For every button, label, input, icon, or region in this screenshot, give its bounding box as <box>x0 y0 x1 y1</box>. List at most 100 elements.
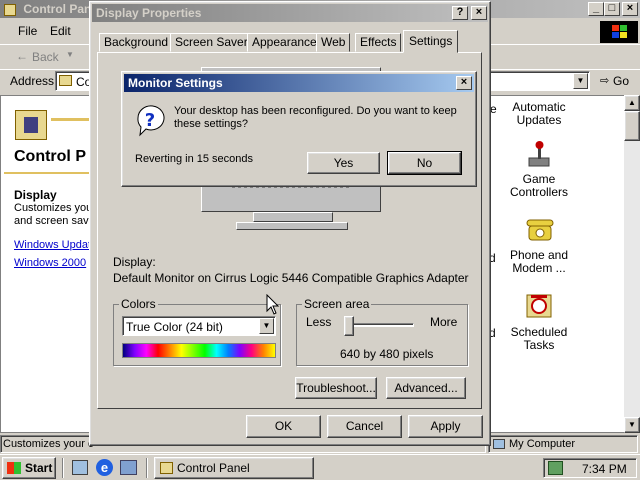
tab-settings[interactable]: Settings <box>403 30 459 53</box>
phone-icon <box>526 219 554 241</box>
advanced-button[interactable]: Advanced... <box>386 377 466 399</box>
more-label: More <box>430 315 458 329</box>
menu-file[interactable]: File <box>18 24 37 38</box>
cp-item-game-controllers[interactable]: Game Controllers <box>504 138 574 199</box>
section-desc-1: Customizes you <box>14 202 93 214</box>
cp-item-scheduled-tasks[interactable]: Scheduled Tasks <box>504 291 574 352</box>
colors-select-value: True Color (24 bit) <box>126 320 223 334</box>
go-button[interactable]: Go <box>613 74 629 88</box>
start-windows-icon <box>7 462 21 474</box>
monitor-stand <box>253 212 333 222</box>
link-windows-2000[interactable]: Windows 2000 <box>14 257 86 269</box>
help-button[interactable]: ? <box>452 6 468 20</box>
taskbar-control-panel-label: Control Panel <box>177 461 250 475</box>
resolution-slider-track[interactable] <box>344 323 414 327</box>
scheduled-tasks-label: Scheduled Tasks <box>510 325 568 352</box>
section-title: Display <box>14 188 57 202</box>
partial-label-e: e <box>490 102 497 116</box>
link-windows-update[interactable]: Windows Updat <box>14 239 91 251</box>
troubleshoot-button[interactable]: Troubleshoot... <box>295 377 377 399</box>
tab-background[interactable]: Background <box>99 33 174 52</box>
back-dropdown-icon: ▼ <box>66 50 74 59</box>
display-close-button[interactable]: × <box>471 6 487 20</box>
resolution-value: 640 by 480 pixels <box>340 347 434 361</box>
ok-button[interactable]: OK <box>246 415 321 438</box>
game-controllers-label: Game Controllers <box>509 172 569 199</box>
cancel-button[interactable]: Cancel <box>327 415 402 438</box>
automatic-updates-label: Automatic Updates <box>512 100 566 127</box>
apply-button[interactable]: Apply <box>408 415 483 438</box>
taskbar-separator <box>146 458 148 478</box>
header-band <box>51 118 91 121</box>
start-label: Start <box>25 461 53 475</box>
control-panel-title-icon <box>4 3 16 16</box>
scroll-up-button[interactable]: ▲ <box>624 95 640 111</box>
display-label: Display: <box>113 255 156 269</box>
display-value: Default Monitor on Cirrus Logic 5446 Com… <box>113 271 469 285</box>
control-panel-large-icon <box>15 110 47 140</box>
colors-dropdown-button[interactable]: ▼ <box>259 318 274 334</box>
address-label: Address <box>10 74 55 88</box>
no-button[interactable]: No <box>387 151 462 175</box>
quicklaunch-separator <box>62 458 64 478</box>
resolution-slider-thumb[interactable] <box>344 316 354 336</box>
monitor-settings-title: Monitor Settings <box>128 76 223 90</box>
tab-appearance[interactable]: Appearance <box>247 33 322 52</box>
go-arrow-icon: ⇨ <box>600 75 610 87</box>
yes-button[interactable]: Yes <box>307 152 380 174</box>
monitor-settings-titlebar: Monitor Settings <box>124 74 474 92</box>
tab-screen-saver[interactable]: Screen Saver <box>170 33 253 52</box>
network-tray-icon[interactable] <box>548 461 563 475</box>
color-spectrum-bar <box>122 343 276 358</box>
display-properties-window: Display Properties ? × Background Screen… <box>89 1 491 446</box>
taskbar-folder-icon <box>160 462 173 474</box>
close-button[interactable]: × <box>622 2 638 16</box>
minimize-button[interactable]: _ <box>588 2 604 16</box>
maximize-button[interactable]: □ <box>604 2 620 16</box>
question-icon: ? <box>137 105 165 137</box>
display-properties-title: Display Properties <box>96 6 202 20</box>
phone-modem-label: Phone and Modem ... <box>509 248 569 275</box>
calendar-icon <box>526 294 552 318</box>
cp-item-automatic-updates[interactable]: Automatic Updates <box>504 101 574 127</box>
joystick-icon <box>528 141 550 167</box>
taskbar: Start e Control Panel 7:34 PM <box>0 454 640 480</box>
page-title: Control P <box>14 148 86 165</box>
monitor-settings-dialog: Monitor Settings × ? Your desktop has be… <box>121 71 477 187</box>
scroll-down-button[interactable]: ▼ <box>624 417 640 433</box>
countdown-text: Reverting in 15 seconds <box>135 153 254 165</box>
mouse-cursor-icon <box>266 294 280 315</box>
address-dropdown-button[interactable]: ▼ <box>573 73 588 89</box>
start-button[interactable]: Start <box>2 457 56 479</box>
monitor-settings-close-button[interactable]: × <box>456 76 472 90</box>
system-tray: 7:34 PM <box>543 458 637 478</box>
screen-area-label: Screen area <box>302 297 372 311</box>
status-right-text: My Computer <box>509 438 576 450</box>
section-desc-2: and screen save <box>14 215 95 227</box>
back-button[interactable]: Back <box>32 50 59 64</box>
vertical-scrollbar[interactable]: ▲ ▼ <box>624 95 640 433</box>
internet-explorer-icon[interactable]: e <box>96 459 113 476</box>
monitor-base <box>236 222 348 230</box>
back-arrow-icon: ← <box>16 49 28 63</box>
cp-item-phone-modem[interactable]: Phone and Modem ... <box>504 214 574 275</box>
svg-text:?: ? <box>145 110 155 131</box>
address-folder-icon <box>59 75 72 86</box>
colors-select[interactable]: True Color (24 bit) ▼ <box>122 316 276 336</box>
less-label: Less <box>306 315 332 329</box>
tab-effects[interactable]: Effects <box>355 33 402 52</box>
dialog-message: Your desktop has been reconfigured. Do y… <box>174 105 457 130</box>
windows-logo <box>600 21 638 43</box>
taskbar-control-panel[interactable]: Control Panel <box>154 457 314 479</box>
display-properties-titlebar: Display Properties <box>92 4 488 22</box>
status-right: My Computer <box>488 435 638 453</box>
my-computer-icon <box>493 439 505 449</box>
outlook-express-icon[interactable] <box>120 460 137 475</box>
title-rule <box>4 172 91 174</box>
colors-group-label: Colors <box>119 297 158 311</box>
menu-edit[interactable]: Edit <box>50 24 71 38</box>
show-desktop-icon[interactable] <box>72 460 88 475</box>
tab-web[interactable]: Web <box>316 33 351 52</box>
clock[interactable]: 7:34 PM <box>582 462 627 476</box>
scroll-thumb[interactable] <box>624 111 640 141</box>
